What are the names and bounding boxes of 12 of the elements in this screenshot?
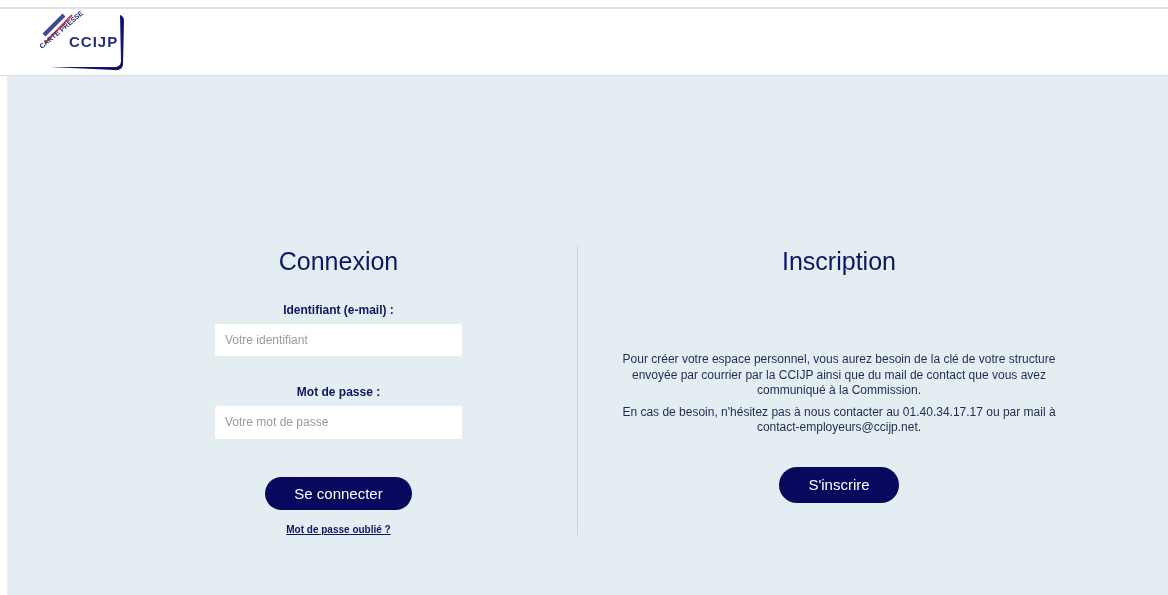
info-paragraph: En cas de besoin, n'hésitez pas à nous contacter au 01.40.34.17.17 ou par mail à contact-employeurs@ccijp.net. xyxy=(621,404,1057,436)
login-title: Connexion xyxy=(278,247,399,276)
signup-button[interactable]: S'inscrire xyxy=(779,466,899,503)
info-paragraph: Pour créer votre espace personnel, vous aurez besoin de la clé de votre structure envoyée par courrier par la CCIJP ainsi que du mail de contact que vous avez communiqué à la Commission. xyxy=(621,352,1057,399)
field-label: Mot de passe : xyxy=(296,385,381,400)
signup-title: Inscription xyxy=(782,247,896,276)
forgot-password-link[interactable]: Mot de passe oublié ? xyxy=(286,524,391,535)
field-label: Identifiant (e-mail) : xyxy=(283,303,394,317)
login-button[interactable]: Se connecter xyxy=(265,476,412,510)
logo-name: CCIJP xyxy=(69,33,119,50)
input-field[interactable]: Votre mot de passe xyxy=(214,405,463,440)
input-field[interactable]: Votre identifiant xyxy=(214,323,463,358)
